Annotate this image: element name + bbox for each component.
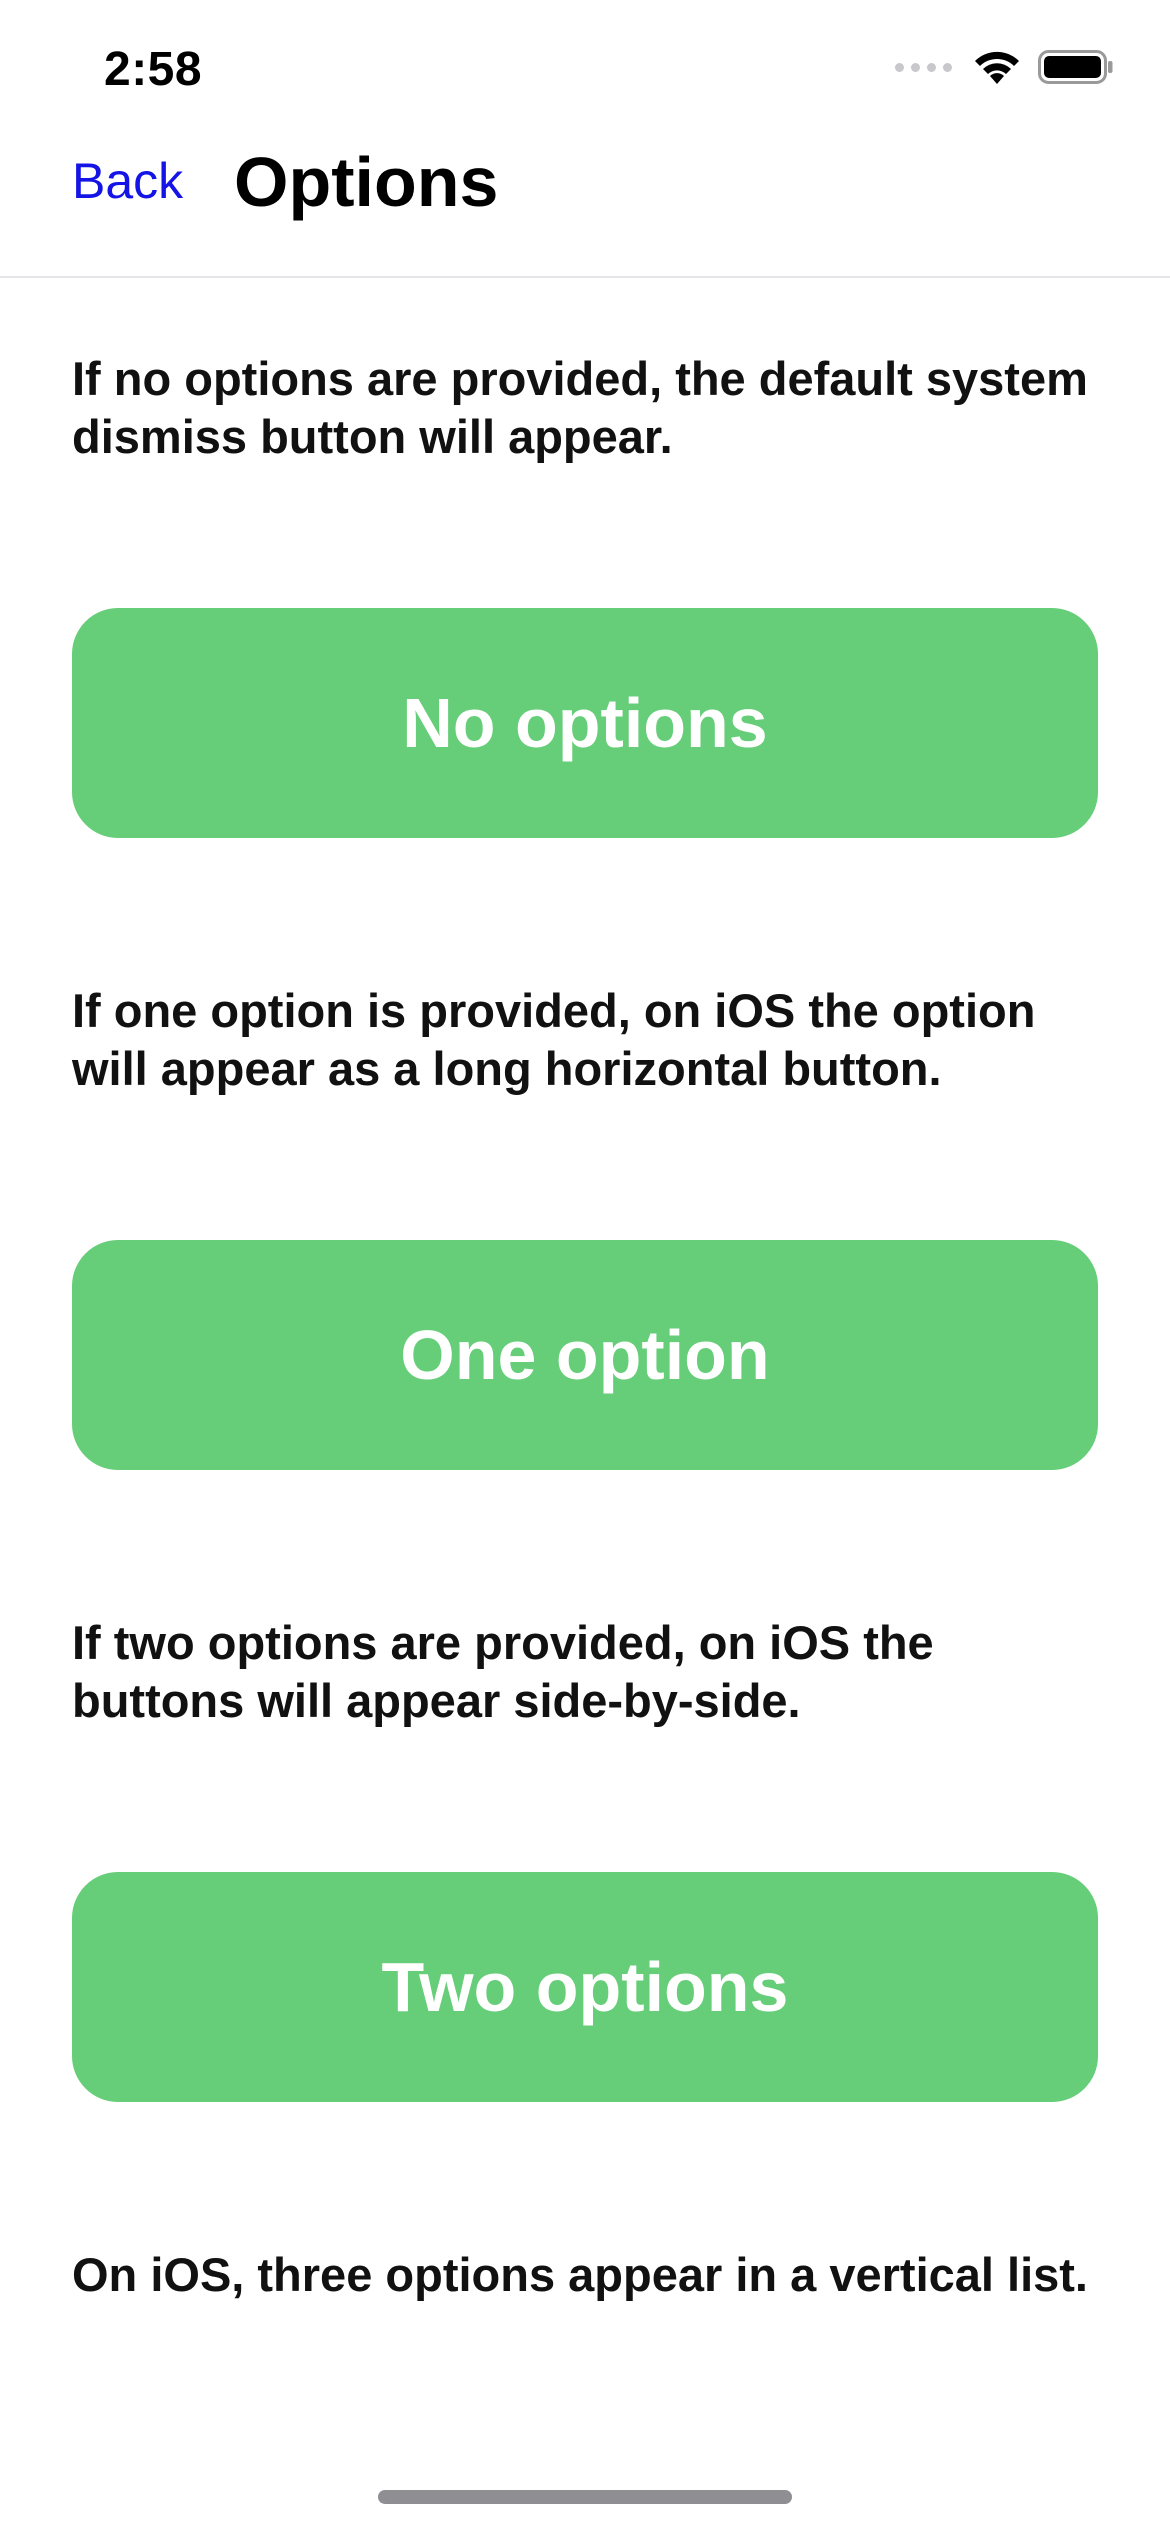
page-title: Options bbox=[234, 143, 499, 221]
one-option-button[interactable]: One option bbox=[72, 1240, 1098, 1470]
navigation-bar bbox=[0, 0, 1170, 278]
back-button[interactable]: Back bbox=[72, 152, 183, 210]
home-indicator[interactable] bbox=[378, 2490, 792, 2504]
two-options-button[interactable]: Two options bbox=[72, 1872, 1098, 2102]
options-screen: 2:58 Back Options If no options are prov… bbox=[0, 0, 1170, 2532]
two-options-description: If two options are provided, on iOS the … bbox=[72, 1616, 934, 1727]
three-options-description: On iOS, three options appear in a vertic… bbox=[72, 2248, 1088, 2301]
no-options-description: If no options are provided, the default … bbox=[72, 352, 1088, 463]
one-option-description: If one option is provided, on iOS the op… bbox=[72, 984, 1036, 1095]
no-options-button[interactable]: No options bbox=[72, 608, 1098, 838]
